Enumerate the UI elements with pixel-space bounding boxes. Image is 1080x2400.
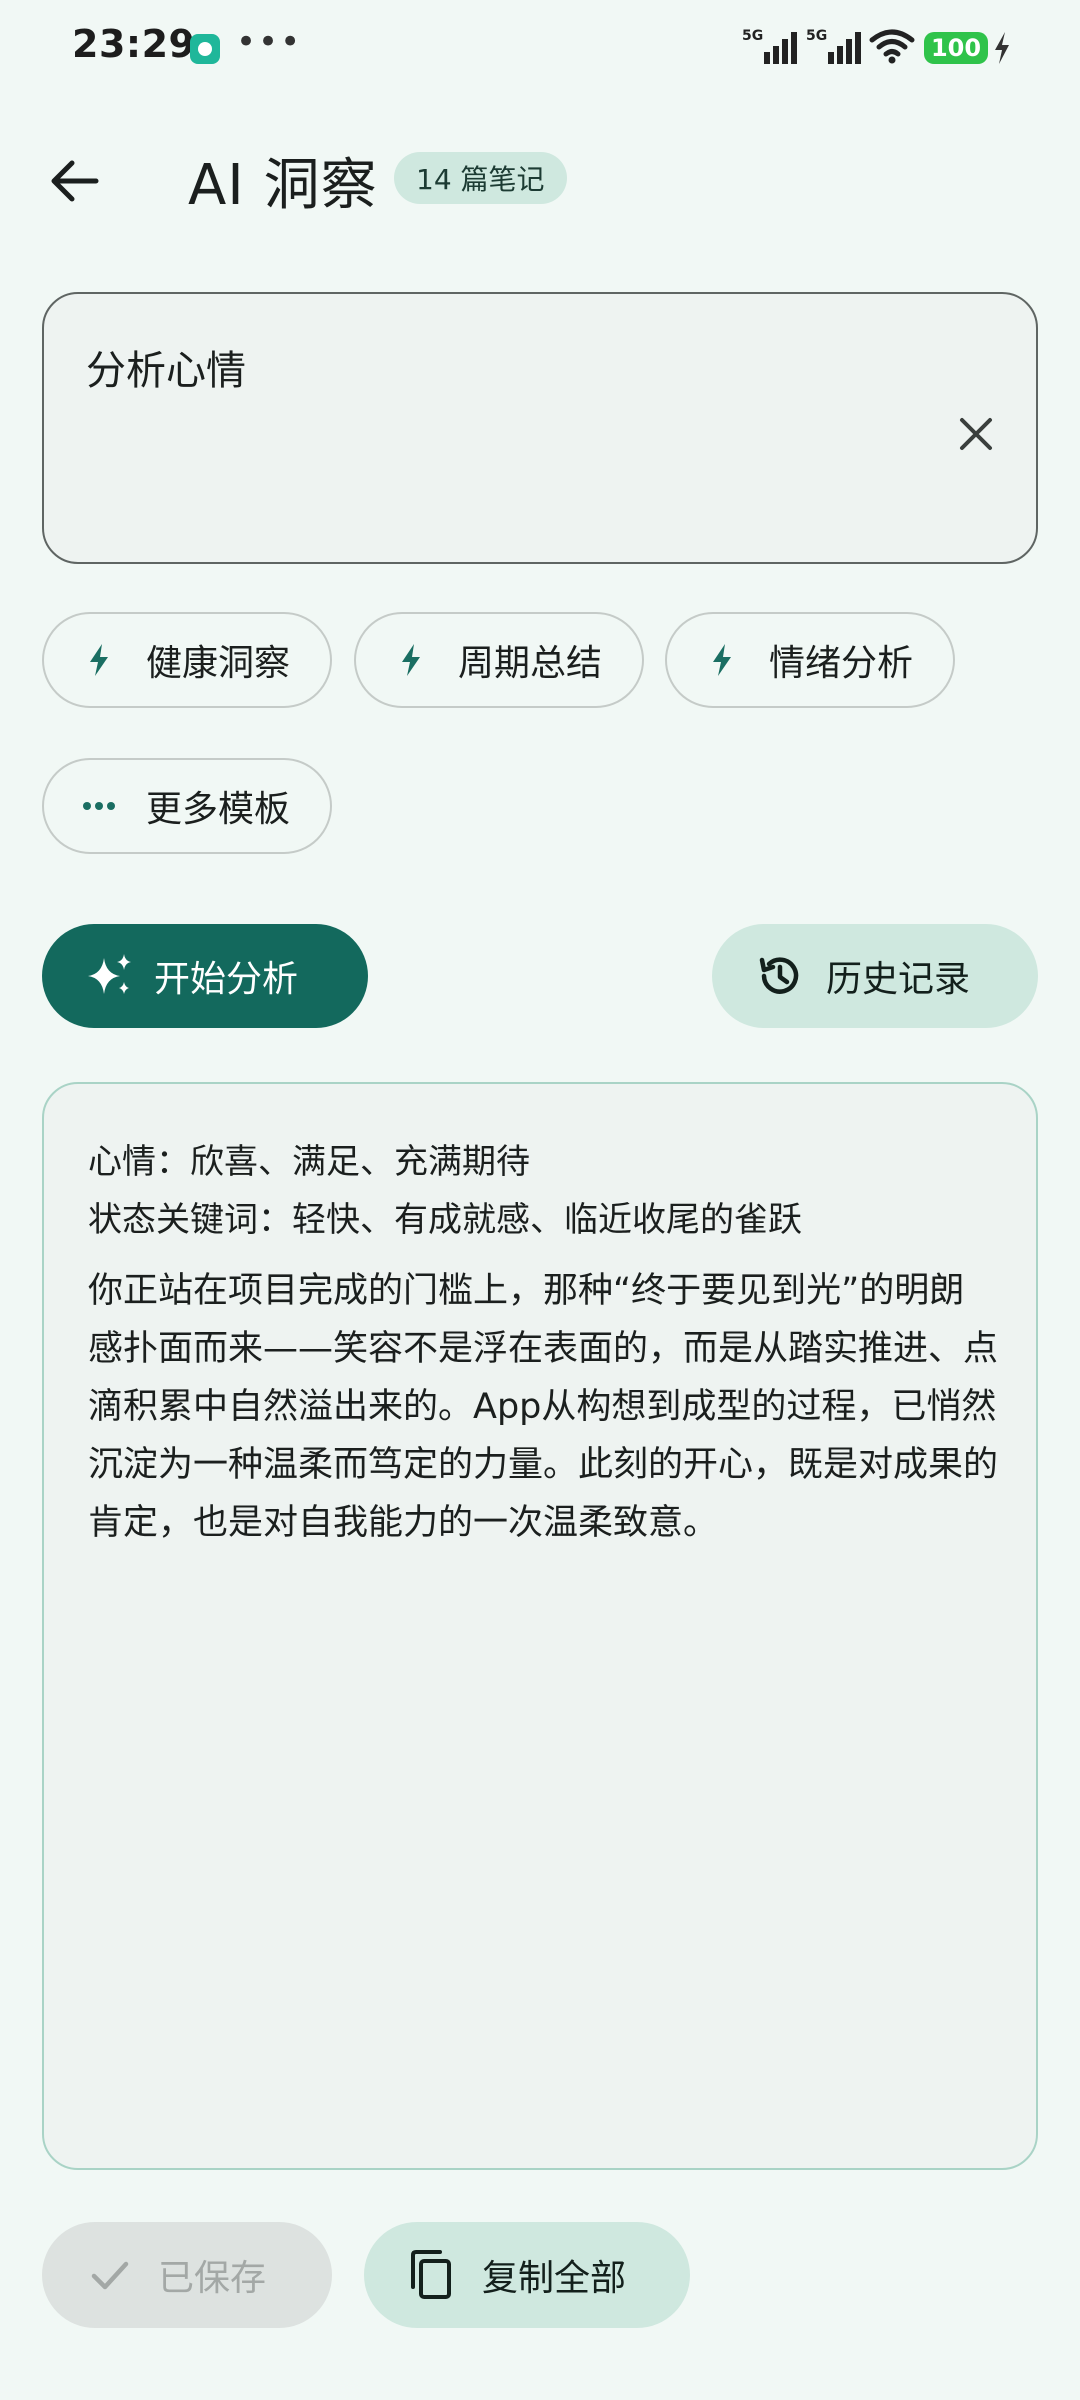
history-label: 历史记录 <box>826 959 971 1000</box>
start-analysis-label: 开始分析 <box>154 959 299 1000</box>
notes-count-badge: 14 篇笔记 <box>394 152 567 204</box>
history-icon <box>756 952 804 1000</box>
wifi-icon <box>868 26 916 66</box>
status-time: 23:29 <box>72 22 196 66</box>
more-dots-icon <box>82 789 116 823</box>
signal-5g-icon-2: 5G <box>806 26 864 66</box>
chip-label: 更多模板 <box>146 789 291 830</box>
signal-label: 5G <box>742 28 763 44</box>
start-analysis-button[interactable]: 开始分析 <box>42 924 368 1028</box>
check-icon <box>88 2253 132 2297</box>
chip-label: 健康洞察 <box>146 643 291 684</box>
result-mood-line: 心情：欣喜、满足、充满期待 <box>88 1142 530 1182</box>
chip-label: 周期总结 <box>458 643 603 684</box>
page-title: AI 洞察 <box>188 153 378 218</box>
bolt-icon <box>82 643 116 677</box>
charging-icon <box>992 30 1012 66</box>
chip-period-summary[interactable]: 周期总结 <box>354 612 644 708</box>
bolt-icon <box>394 643 428 677</box>
more-notifications-icon: ••• <box>236 22 303 62</box>
sparkle-icon <box>84 950 136 1002</box>
prompt-input[interactable] <box>42 292 1038 564</box>
copy-all-button[interactable]: 复制全部 <box>364 2222 690 2328</box>
result-body-text: 你正站在项目完成的门槛上，那种“终于要见到光”的明朗感扑面而来——笑容不是浮在表… <box>88 1271 999 1543</box>
close-icon <box>960 418 992 450</box>
bolt-icon <box>705 643 739 677</box>
chip-label: 情绪分析 <box>769 643 914 684</box>
chip-more-templates[interactable]: 更多模板 <box>42 758 332 854</box>
history-button[interactable]: 历史记录 <box>712 924 1038 1028</box>
saved-button[interactable]: 已保存 <box>42 2222 332 2328</box>
copy-all-label: 复制全部 <box>482 2258 627 2299</box>
signal-5g-icon: 5G <box>742 26 800 66</box>
prompt-input-value: 分析心情 <box>86 348 246 394</box>
copy-icon <box>408 2249 454 2301</box>
chip-health-insight[interactable]: 健康洞察 <box>42 612 332 708</box>
result-keywords-line: 状态关键词：轻快、有成就感、临近收尾的雀跃 <box>88 1200 802 1240</box>
signal-label: 5G <box>806 28 827 44</box>
chip-emotion-analysis[interactable]: 情绪分析 <box>665 612 955 708</box>
app-notification-icon <box>190 34 220 64</box>
arrow-left-icon <box>51 160 99 202</box>
clear-button[interactable] <box>946 404 1006 464</box>
battery-icon: 100 <box>924 32 988 64</box>
analysis-result-card <box>42 1082 1038 2170</box>
back-button[interactable] <box>40 146 110 216</box>
saved-label: 已保存 <box>158 2258 267 2299</box>
